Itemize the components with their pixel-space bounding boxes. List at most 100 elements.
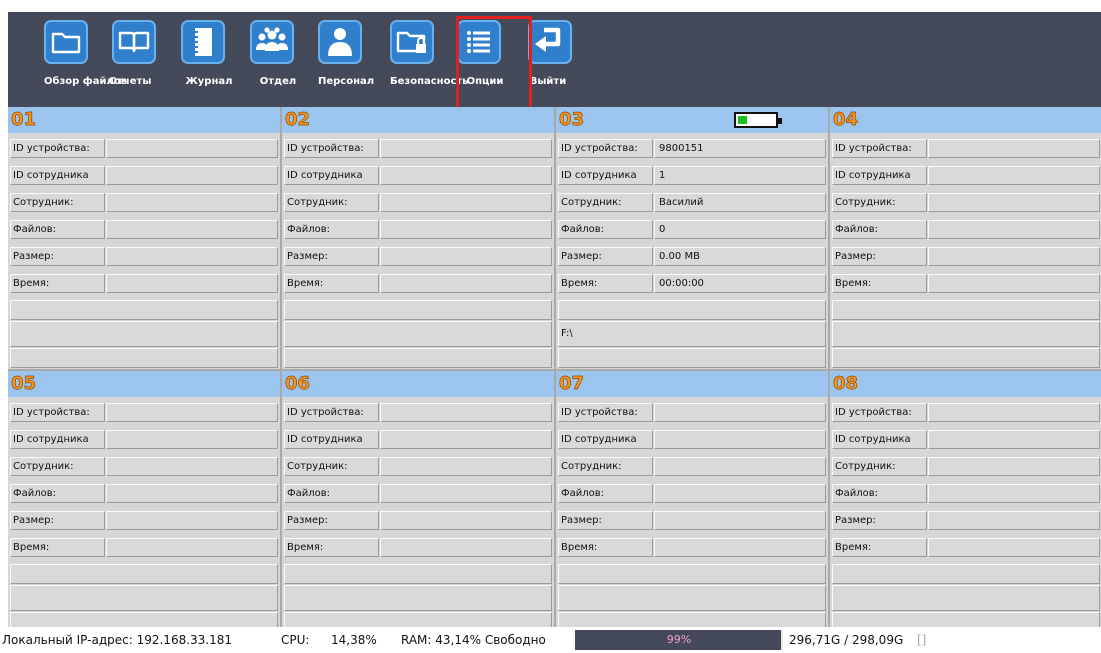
disk-usage-percent: 99% <box>666 633 692 646</box>
device-panel-header: 08 <box>830 371 1101 397</box>
field-label: Сотрудник: <box>284 457 379 476</box>
field-label: Сотрудник: <box>558 457 653 476</box>
field-value <box>380 430 552 449</box>
battery-level-fill <box>738 116 747 124</box>
field-label: Размер: <box>10 511 105 530</box>
field-value <box>380 274 552 293</box>
list-icon <box>457 20 501 64</box>
field-label: Файлов: <box>284 484 379 503</box>
toolbar-button-7[interactable]: Опции <box>457 12 523 107</box>
field-value <box>928 193 1100 212</box>
field-value <box>928 166 1100 185</box>
field-value <box>106 457 278 476</box>
book-icon <box>112 20 156 64</box>
toolbar-button-1[interactable]: Обзор файлов <box>44 12 127 107</box>
toolbar-button-8[interactable]: Выйти <box>528 12 594 107</box>
panel-path-row <box>284 585 552 611</box>
field-value <box>106 430 278 449</box>
field-value: 00:00:00 <box>654 274 826 293</box>
field-value <box>654 484 826 503</box>
field-row-device-id: ID устройства: <box>8 403 280 423</box>
field-row-employee: Сотрудник: <box>8 457 280 477</box>
field-value <box>106 484 278 503</box>
field-row-files: Файлов: <box>556 484 828 504</box>
field-row-employee-id: ID сотрудника <box>282 166 554 186</box>
folder-lock-icon <box>390 20 434 64</box>
device-panel[interactable]: 02 ID устройства: ID сотрудника Сотрудник: Ф… <box>282 107 554 369</box>
field-row-files: Файлов: <box>282 484 554 504</box>
cpu-label: CPU: <box>281 633 310 647</box>
field-row-device-id: ID устройства: <box>830 403 1101 423</box>
toolbar-button-label: Персонал <box>318 76 375 87</box>
device-panel[interactable]: 03 ID устройства: 9800151 ID сотрудника 1 Сот… <box>556 107 828 369</box>
panel-path-row <box>832 585 1100 611</box>
device-panel-header: 04 <box>830 107 1101 133</box>
device-panel[interactable]: 01 ID устройства: ID сотрудника Сотрудник: Ф… <box>8 107 280 369</box>
field-label: Размер: <box>832 247 927 266</box>
notebook-icon <box>181 20 225 64</box>
field-value <box>380 457 552 476</box>
field-label: Сотрудник: <box>832 457 927 476</box>
device-panel-number: 04 <box>833 109 859 131</box>
field-label: Файлов: <box>558 484 653 503</box>
device-panel[interactable]: 06 ID устройства: ID сотрудника Сотрудник: Ф… <box>282 371 554 633</box>
panel-blank-row <box>10 348 278 368</box>
toolbar-button-5[interactable]: Персонал <box>318 12 384 107</box>
field-value <box>928 274 1100 293</box>
field-row-size: Размер: <box>830 247 1101 267</box>
field-value <box>106 247 278 266</box>
field-label: ID сотрудника <box>284 166 379 185</box>
field-label: Размер: <box>558 247 653 266</box>
field-value <box>380 193 552 212</box>
field-label: Файлов: <box>832 484 927 503</box>
toolbar-button-label: Безопасность <box>390 76 469 87</box>
field-label: ID устройства: <box>558 403 653 422</box>
field-row-employee: Сотрудник: Василий <box>556 193 828 213</box>
field-value <box>928 457 1100 476</box>
field-label: Файлов: <box>10 484 105 503</box>
toolbar-button-2[interactable]: Отчеты <box>109 12 178 107</box>
field-row-time: Время: <box>556 538 828 558</box>
field-value: 1 <box>654 166 826 185</box>
device-panel[interactable]: 08 ID устройства: ID сотрудника Сотрудник: Ф… <box>830 371 1101 633</box>
device-panel-number: 08 <box>833 373 859 395</box>
device-grid: 01 ID устройства: ID сотрудника Сотрудник: Ф… <box>8 107 1101 633</box>
field-row-files: Файлов: <box>282 220 554 240</box>
toolbar-button-label: Отчеты <box>108 76 152 87</box>
field-label: Размер: <box>284 511 379 530</box>
field-value <box>106 538 278 557</box>
panel-blank-row <box>558 300 826 320</box>
device-panel-number: 06 <box>285 373 311 395</box>
field-label: ID устройства: <box>832 139 927 158</box>
field-row-employee: Сотрудник: <box>282 193 554 213</box>
toolbar-button-6[interactable]: Безопасность <box>390 12 469 107</box>
field-row-size: Размер: <box>556 511 828 531</box>
device-panel-number: 07 <box>559 373 585 395</box>
field-value <box>654 538 826 557</box>
field-value <box>380 484 552 503</box>
field-value <box>380 538 552 557</box>
exit-arrow-icon <box>528 20 572 64</box>
toolbar-button-label: Выйти <box>529 76 567 87</box>
toolbar-button-4[interactable]: Отдел <box>250 12 316 107</box>
field-label: ID сотрудника <box>10 430 105 449</box>
main-toolbar: Обзор файлов Отчеты Журнал Отдел Персонал Без… <box>8 12 1101 112</box>
device-panel[interactable]: 07 ID устройства: ID сотрудника Сотрудник: Ф… <box>556 371 828 633</box>
field-row-employee-id: ID сотрудника <box>830 166 1101 186</box>
device-panel[interactable]: 05 ID устройства: ID сотрудника Сотрудник: Ф… <box>8 371 280 633</box>
field-value <box>928 430 1100 449</box>
disk-extra: [] <box>917 633 927 647</box>
field-row-time: Время: <box>8 538 280 558</box>
field-label: ID сотрудника <box>558 430 653 449</box>
field-value <box>106 220 278 239</box>
field-row-files: Файлов: <box>8 220 280 240</box>
field-label: ID устройства: <box>10 403 105 422</box>
toolbar-button-3[interactable]: Журнал <box>181 12 247 107</box>
field-value <box>654 430 826 449</box>
device-panel[interactable]: 04 ID устройства: ID сотрудника Сотрудник: Ф… <box>830 107 1101 369</box>
field-value <box>928 247 1100 266</box>
field-label: ID устройства: <box>284 139 379 158</box>
field-label: Файлов: <box>10 220 105 239</box>
field-value <box>106 511 278 530</box>
field-value <box>106 166 278 185</box>
